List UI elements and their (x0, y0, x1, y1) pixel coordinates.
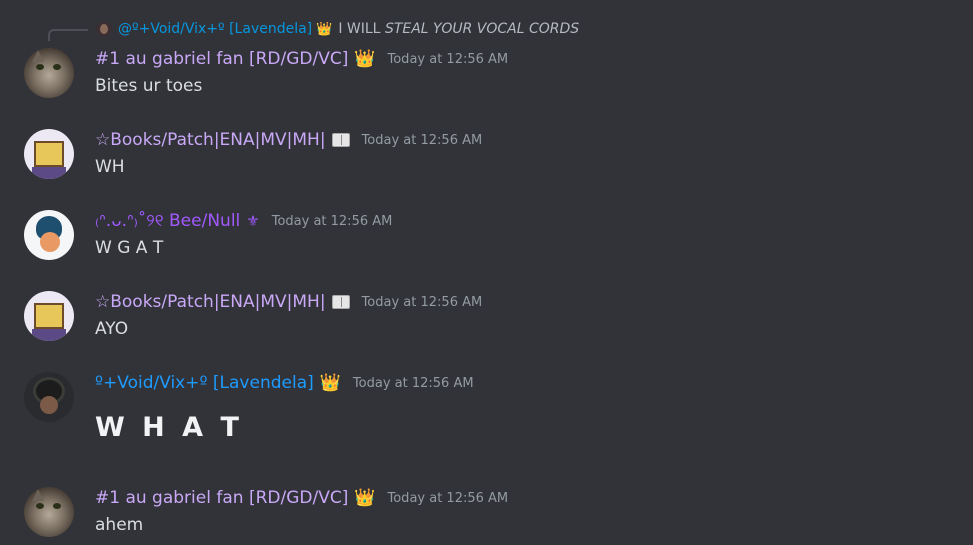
message-header: ₍ᐢ.ᴗ.ᐢ₎˚୨୧ Bee/Null ⚜ Today at 12:56 AM (95, 209, 392, 233)
reply-author[interactable]: @º+Void/Vix+º [Lavendela] (118, 21, 312, 37)
message-content: WH (95, 157, 125, 177)
book-icon (331, 133, 350, 147)
message-header: #1 au gabriel fan [RD/GD/VC] 👑 Today at … (95, 486, 508, 510)
username[interactable]: ₍ᐢ.ᴗ.ᐢ₎˚୨୧ Bee/Null (95, 211, 240, 231)
avatar[interactable] (24, 210, 74, 260)
crown-icon: 👑 (316, 21, 333, 37)
message-content: W G A T (95, 238, 164, 258)
avatar[interactable] (24, 48, 74, 98)
reply-text-plain: I WILL (338, 21, 381, 37)
message-header: º+Void/Vix+º [Lavendela] 👑 Today at 12:5… (95, 371, 474, 395)
message-content: Bites ur toes (95, 76, 203, 96)
avatar[interactable] (24, 291, 74, 341)
message-content: AYO (95, 319, 129, 339)
timestamp[interactable]: Today at 12:56 AM (353, 376, 474, 391)
timestamp[interactable]: Today at 12:56 AM (388, 52, 509, 67)
avatar[interactable] (24, 129, 74, 179)
username[interactable]: #1 au gabriel fan [RD/GD/VC] (95, 488, 348, 508)
crown-icon: 👑 (354, 49, 376, 69)
reply-avatar[interactable] (96, 21, 112, 37)
crown-icon: 👑 (354, 488, 376, 508)
timestamp[interactable]: Today at 12:56 AM (272, 214, 393, 229)
message-content: W H A T (95, 412, 243, 443)
book-icon (331, 295, 350, 309)
crown-icon: 👑 (319, 373, 341, 393)
username[interactable]: ☆Books/Patch|ENA|MV|MH| (95, 292, 326, 312)
chat-messages: @º+Void/Vix+º [Lavendela] 👑 I WILL STEAL… (0, 0, 973, 545)
reply-spine (48, 29, 88, 41)
message-header: ☆Books/Patch|ENA|MV|MH| Today at 12:56 A… (95, 290, 482, 314)
message-header: #1 au gabriel fan [RD/GD/VC] 👑 Today at … (95, 47, 508, 71)
message-header: ☆Books/Patch|ENA|MV|MH| Today at 12:56 A… (95, 128, 482, 152)
timestamp[interactable]: Today at 12:56 AM (362, 133, 483, 148)
reply-preview[interactable]: @º+Void/Vix+º [Lavendela] 👑 I WILL STEAL… (96, 18, 579, 40)
username[interactable]: #1 au gabriel fan [RD/GD/VC] (95, 49, 348, 69)
avatar[interactable] (24, 372, 74, 422)
message-content: ahem (95, 515, 144, 535)
reply-text[interactable]: I WILL STEAL YOUR VOCAL CORDS (338, 21, 579, 37)
fleur-de-lis-icon: ⚜ (246, 212, 260, 230)
username[interactable]: ☆Books/Patch|ENA|MV|MH| (95, 130, 326, 150)
timestamp[interactable]: Today at 12:56 AM (388, 491, 509, 506)
username[interactable]: º+Void/Vix+º [Lavendela] (95, 373, 314, 393)
avatar[interactable] (24, 487, 74, 537)
reply-text-italic: STEAL YOUR VOCAL CORDS (384, 21, 580, 37)
timestamp[interactable]: Today at 12:56 AM (362, 295, 483, 310)
